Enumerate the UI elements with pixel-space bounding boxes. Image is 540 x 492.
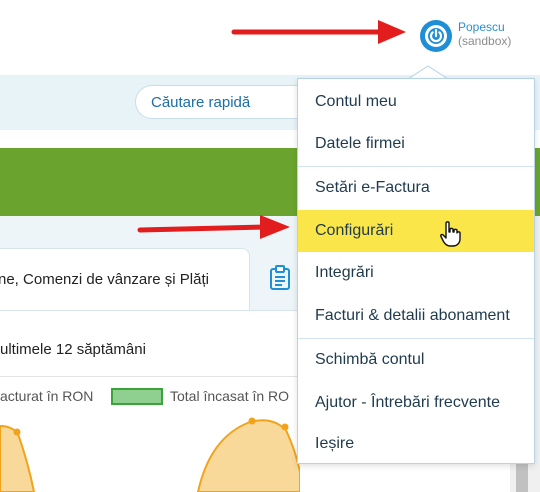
annotation-arrow-middle — [137, 215, 290, 239]
user-environment: (sandbox) — [458, 34, 512, 48]
chart-series-area-left — [0, 424, 36, 492]
clipboard-icon[interactable] — [268, 265, 292, 291]
hand-cursor-icon — [440, 221, 461, 247]
tab-invoices-orders-payments[interactable]: ne, Comenzi de vânzare și Plăți — [0, 248, 250, 310]
menu-item-label: Ajutor - Întrebări frecvente — [315, 394, 500, 411]
menu-item-label: Integrări — [315, 264, 374, 281]
power-icon — [425, 25, 447, 47]
menu-item-configurations[interactable]: Configurări — [298, 210, 534, 252]
menu-item-invoices-subscription[interactable]: Facturi & detalii abonament — [298, 295, 534, 337]
chart-series-area-right — [196, 419, 300, 492]
panel-divider — [0, 376, 300, 377]
user-menu-trigger[interactable]: Popescu (sandbox) — [420, 20, 511, 52]
user-dropdown-menu: Contul meu Datele firmei Setări e-Factur… — [297, 78, 535, 464]
menu-item-company-data[interactable]: Datele firmei — [298, 123, 534, 165]
menu-item-my-account[interactable]: Contul meu — [298, 81, 534, 123]
menu-item-label: Contul meu — [315, 93, 397, 110]
user-name[interactable]: Popescu — [458, 20, 511, 34]
menu-item-logout[interactable]: Ieșire — [298, 423, 534, 465]
legend-swatch-collected — [111, 388, 163, 405]
chart-point-2 — [248, 417, 256, 425]
menu-item-label: Configurări — [315, 222, 394, 239]
legend-label-invoiced: acturat în RON — [0, 388, 94, 404]
menu-item-label: Datele firmei — [315, 135, 405, 152]
chart-point-3 — [281, 423, 289, 431]
menu-item-label: Setări e-Factura — [315, 179, 430, 196]
menu-item-label: Schimbă contul — [315, 351, 425, 368]
menu-item-switch-account[interactable]: Schimbă contul — [298, 339, 534, 381]
menu-item-help-faq[interactable]: Ajutor - Întrebări frecvente — [298, 382, 534, 424]
menu-item-integrations[interactable]: Integrări — [298, 252, 534, 294]
user-avatar[interactable] — [420, 20, 452, 52]
chart-point-1 — [13, 428, 21, 436]
quick-search-label: Căutare rapidă — [151, 93, 251, 111]
weekly-chart — [0, 417, 300, 492]
tab-label: ne, Comenzi de vânzare și Plăți — [0, 271, 209, 288]
menu-item-label: Ieșire — [315, 435, 355, 452]
annotation-arrow-top — [231, 20, 406, 44]
chart-panel-title: ultimele 12 săptămâni — [0, 341, 146, 358]
menu-item-efactura-settings[interactable]: Setări e-Factura — [298, 167, 534, 209]
legend-label-collected: Total încasat în RO — [170, 388, 290, 404]
menu-item-label: Facturi & detalii abonament — [315, 307, 510, 324]
